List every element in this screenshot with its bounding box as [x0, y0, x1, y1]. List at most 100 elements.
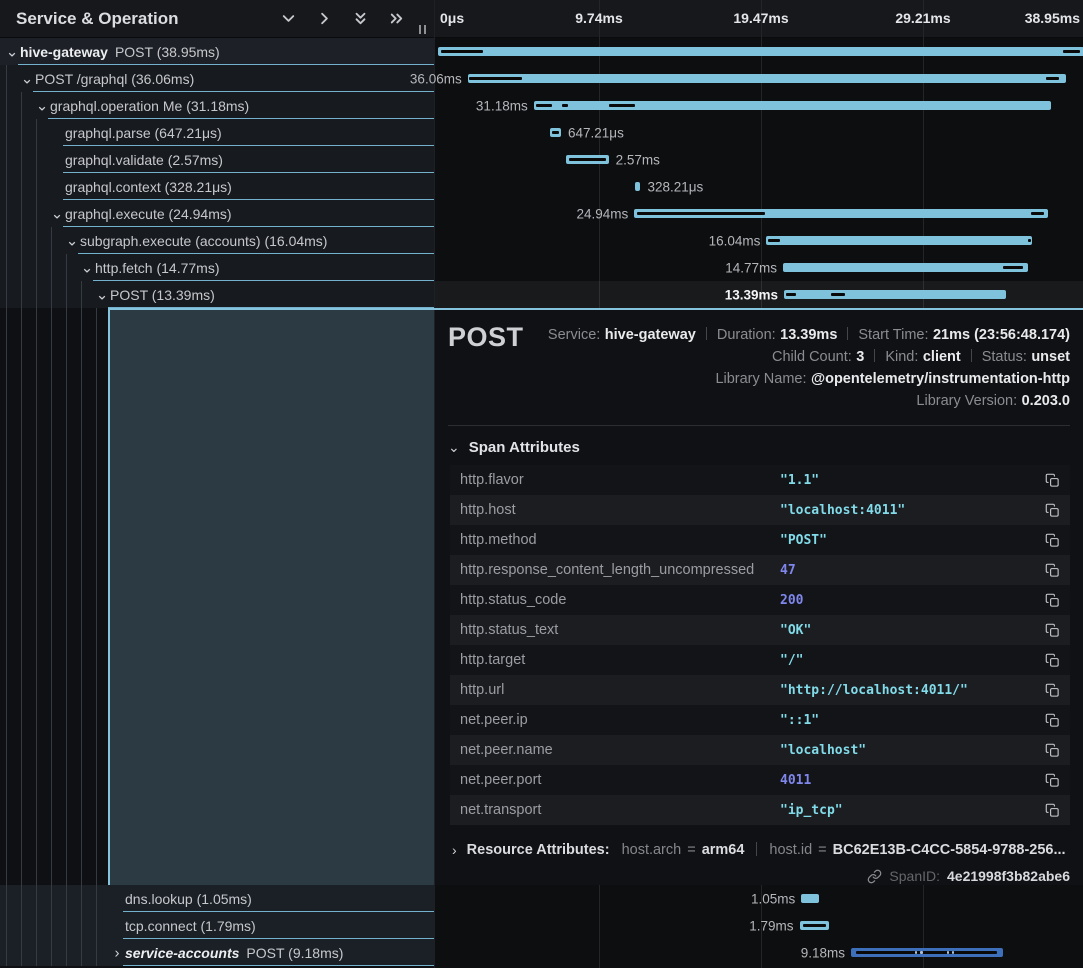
copy-icon[interactable] [1043, 591, 1062, 610]
span-tree-row[interactable]: dns.lookup (1.05ms) [0, 885, 434, 912]
attribute-key: net.peer.port [460, 772, 780, 788]
axis-tick: 29.21ms [895, 10, 950, 26]
indent-guides [0, 200, 38, 227]
span-timeline-row[interactable]: 2.57ms [435, 146, 1083, 173]
copy-icon[interactable] [1043, 741, 1062, 760]
span-timeline-row[interactable]: 36.06ms [435, 65, 1083, 92]
double-chevron-right-icon[interactable] [387, 9, 406, 28]
expander-icon[interactable]: › [110, 945, 124, 960]
double-chevron-down-icon[interactable] [351, 9, 370, 28]
span-tree-row[interactable]: tcp.connect (1.79ms) [0, 912, 434, 939]
span-duration-bar[interactable] [550, 128, 561, 137]
span-tree-row[interactable]: ⌄ POST /graphql (36.06ms) [0, 65, 434, 92]
detail-field-label: Child Count: [772, 349, 852, 365]
copy-icon[interactable] [1043, 771, 1062, 790]
span-timeline-row[interactable]: 1.05ms [435, 885, 1083, 912]
attribute-key: http.flavor [460, 472, 780, 488]
span-timeline-row[interactable]: 9.18ms [435, 939, 1083, 966]
copy-icon[interactable] [1043, 561, 1062, 580]
expander-icon[interactable]: ⌄ [35, 98, 49, 113]
attribute-row: http.status_code 200 [450, 585, 1070, 615]
expander-icon[interactable]: ⌄ [5, 44, 19, 59]
span-timeline-row[interactable] [435, 38, 1083, 65]
timeline-rows-bottom: 1.05ms 1.79ms 9.18ms [435, 885, 1083, 966]
span-operation-name: subgraph.execute (accounts) (16.04ms) [80, 233, 327, 249]
span-duration-bar[interactable] [766, 236, 1032, 245]
span-timeline-row[interactable]: 31.18ms [435, 92, 1083, 119]
expander-icon[interactable]: ⌄ [95, 287, 109, 302]
copy-icon[interactable] [1043, 531, 1062, 550]
span-duration-label: 1.79ms [749, 918, 793, 933]
span-duration-bar[interactable] [851, 948, 1003, 957]
span-detail-info: Service: hive-gatewayDuration: 13.39msSt… [524, 320, 1070, 412]
span-tree-row[interactable]: ⌄ graphql.operation Me (31.18ms) [0, 92, 434, 119]
span-tree-row[interactable]: ⌄ subgraph.execute (accounts) (16.04ms) [0, 227, 434, 254]
expander-icon[interactable]: ⌄ [65, 233, 79, 248]
span-duration-bar[interactable] [634, 209, 1048, 218]
panel-resize-handle[interactable] [419, 25, 426, 34]
span-duration-bar[interactable] [468, 74, 1066, 83]
span-duration-label: 328.21μs [647, 179, 703, 194]
expander-icon[interactable]: ⌄ [20, 71, 34, 86]
copy-icon[interactable] [1043, 801, 1062, 820]
axis-tick: 9.74ms [575, 10, 622, 26]
detail-field-value: 21ms (23:56:48.174) [933, 327, 1070, 343]
detail-info-pair: Kind: client [885, 348, 960, 365]
resource-attributes-row[interactable]: › Resource Attributes: host.arch=arm64ho… [448, 841, 1070, 859]
detail-divider [448, 425, 1070, 426]
copy-icon[interactable] [1043, 681, 1062, 700]
span-duration-bar[interactable] [800, 921, 830, 930]
span-duration-bar[interactable] [566, 155, 609, 164]
span-duration-bar[interactable] [783, 263, 1028, 272]
detail-info-line: Library Name: @opentelemetry/instrumenta… [524, 368, 1070, 390]
span-tree-row[interactable]: ⌄ graphql.execute (24.94ms) [0, 200, 434, 227]
span-timeline-row[interactable]: 24.94ms [435, 200, 1083, 227]
span-attributes-title: Span Attributes [469, 439, 580, 456]
detail-field-value: 13.39ms [780, 327, 837, 343]
attribute-row: http.method "POST" [450, 525, 1070, 555]
copy-icon[interactable] [1043, 651, 1062, 670]
chevron-right-icon[interactable] [315, 9, 334, 28]
indent-guides [0, 281, 83, 308]
span-timeline-row[interactable]: 14.77ms [435, 254, 1083, 281]
link-icon[interactable] [867, 869, 882, 884]
span-tree-row[interactable]: graphql.validate (2.57ms) [0, 146, 434, 173]
attribute-row: net.peer.port 4011 [450, 765, 1070, 795]
detail-info-pair: Status: unset [982, 348, 1070, 365]
span-tree-row[interactable]: ⌄ http.fetch (14.77ms) [0, 254, 434, 281]
span-timeline-row[interactable]: 13.39ms [435, 281, 1083, 308]
span-timeline-row[interactable]: 16.04ms [435, 227, 1083, 254]
expander-icon[interactable]: ⌄ [80, 260, 94, 275]
span-tree-row[interactable]: › service-accounts POST (9.18ms) [0, 939, 434, 966]
timeline-panel: 0μs 9.74ms 19.47ms 29.21ms 38.95ms 36.06… [434, 0, 1083, 968]
span-duration-bar[interactable] [635, 182, 640, 191]
span-timeline-row[interactable]: 647.21μs [435, 119, 1083, 146]
span-duration-bar[interactable] [801, 894, 818, 903]
copy-icon[interactable] [1043, 711, 1062, 730]
span-tree-row[interactable]: ⌄ POST (13.39ms) [0, 281, 434, 308]
copy-icon[interactable] [1043, 621, 1062, 640]
span-timeline-row[interactable]: 1.79ms [435, 912, 1083, 939]
copy-icon[interactable] [1043, 471, 1062, 490]
span-duration-bar[interactable] [438, 47, 1083, 56]
expander-icon[interactable]: ⌄ [50, 206, 64, 221]
chevron-right-icon: › [452, 842, 457, 858]
detail-field-label: Start Time: [858, 327, 928, 343]
attribute-key: http.status_text [460, 622, 780, 638]
span-tree-row[interactable]: graphql.parse (647.21μs) [0, 119, 434, 146]
span-duration-bar[interactable] [534, 101, 1051, 110]
span-id-row: SpanID: 4e21998f3b82abe6 [448, 868, 1070, 884]
attribute-value: "POST" [780, 533, 1043, 548]
span-tree-row[interactable]: graphql.context (328.21μs) [0, 173, 434, 200]
span-tree-row[interactable]: ⌄ hive-gateway POST (38.95ms) [0, 38, 434, 65]
attribute-value: 200 [780, 593, 1043, 608]
attribute-key: http.method [460, 532, 780, 548]
chevron-down-icon[interactable] [279, 9, 298, 28]
resource-attributes-title: Resource Attributes: [467, 842, 610, 858]
span-timeline-row[interactable]: 328.21μs [435, 173, 1083, 200]
attribute-row: http.target "/" [450, 645, 1070, 675]
copy-icon[interactable] [1043, 501, 1062, 520]
row-underline [123, 965, 434, 966]
span-attributes-header[interactable]: ⌄ Span Attributes [448, 439, 1070, 456]
span-duration-bar[interactable] [784, 290, 1006, 299]
